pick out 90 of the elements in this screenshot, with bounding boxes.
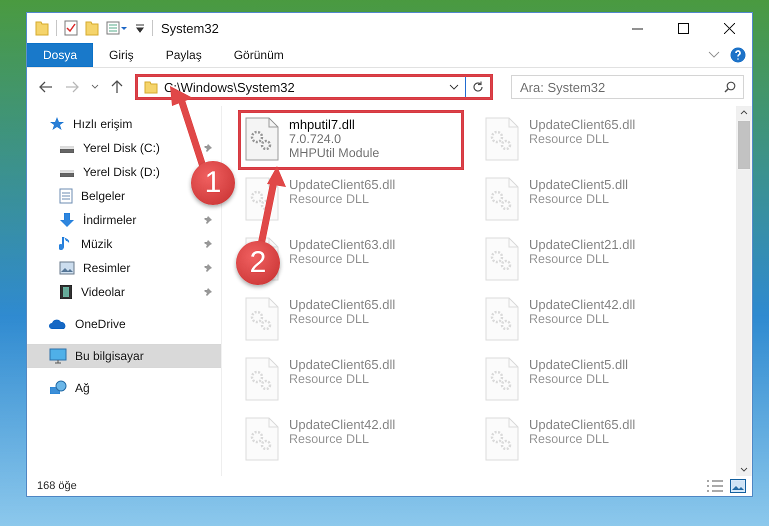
view-list-icon[interactable] — [106, 21, 128, 35]
nav-label: Ağ — [75, 381, 90, 395]
file-detail: Resource DLL — [529, 132, 610, 146]
nav-item[interactable]: Yerel Disk (C:) — [27, 136, 221, 160]
document-icon — [59, 188, 73, 204]
pin-icon[interactable] — [203, 263, 213, 273]
star-icon — [49, 116, 65, 132]
nav-label: Yerel Disk (C:) — [83, 141, 161, 155]
nav-label: Hızlı erişim — [73, 117, 132, 131]
window-title: System32 — [161, 20, 220, 36]
dll-file-icon — [485, 357, 519, 401]
file-detail: MHPUtil Module — [289, 146, 380, 160]
nav-label: Videolar — [81, 285, 126, 299]
monitor-icon — [49, 348, 67, 364]
close-icon[interactable] — [724, 22, 734, 34]
search-field[interactable]: Ara: System32 — [511, 75, 744, 99]
nav-item[interactable]: Bu bilgisayar — [27, 344, 221, 368]
nav-item[interactable]: Belgeler — [27, 184, 134, 208]
dll-file-icon — [245, 417, 279, 461]
file-detail: Resource DLL — [529, 312, 610, 326]
nav-label: Müzik — [81, 237, 114, 251]
down-arrow-icon — [59, 212, 75, 228]
ribbon-tab[interactable]: Paylaş — [150, 43, 218, 67]
file-detail: Resource DLL — [289, 372, 370, 386]
nav-label: Bu bilgisayar — [75, 349, 144, 363]
nav-label: İndirmeler — [83, 213, 138, 227]
nav-item[interactable]: İndirmeler — [27, 208, 221, 232]
picture-icon — [59, 261, 75, 275]
file-detail: Resource DLL — [289, 432, 370, 446]
dll-file-icon — [245, 177, 279, 221]
dll-file-icon — [485, 417, 519, 461]
network-icon — [49, 380, 67, 396]
file-detail: Resource DLL — [289, 252, 370, 266]
ribbon-tab[interactable]: Giriş — [93, 43, 150, 67]
checklist-icon[interactable] — [64, 20, 78, 36]
scrollbar[interactable] — [736, 106, 752, 476]
nav-label: Belgeler — [81, 189, 126, 203]
scroll-down-icon[interactable] — [740, 467, 748, 472]
dll-file-icon — [245, 117, 279, 161]
dropdown-icon[interactable] — [135, 23, 145, 33]
address-bar[interactable]: C:\Windows\System32 — [135, 74, 493, 100]
nav-item[interactable]: Videolar — [27, 280, 221, 304]
chevron-icon[interactable] — [708, 51, 720, 59]
file-detail: Resource DLL — [289, 192, 370, 206]
pin-icon[interactable] — [203, 287, 213, 297]
dll-file-icon — [485, 177, 519, 221]
dll-file-icon — [245, 297, 279, 341]
file-detail: Resource DLL — [529, 432, 610, 446]
nav-label: Resimler — [83, 261, 132, 275]
scroll-thumb[interactable] — [738, 121, 750, 169]
nav-item[interactable]: Hızlı erişim — [27, 112, 221, 136]
ribbon-tab[interactable]: Dosya — [27, 43, 94, 67]
folder-icon — [144, 80, 158, 94]
nav-label: OneDrive — [75, 317, 126, 331]
file-detail: 7.0.724.0 — [289, 132, 342, 146]
large-icons-view-icon[interactable] — [730, 479, 746, 493]
file-detail: Resource DLL — [289, 312, 370, 326]
file-detail: Resource DLL — [529, 372, 610, 386]
file-item[interactable]: mhputil7.dll 7.0.724.0 MHPUtil Module — [238, 110, 464, 170]
nav-item[interactable]: OneDrive — [27, 312, 221, 336]
item-count: 168 öğe — [37, 480, 78, 492]
address-path: C:\Windows\System32 — [164, 80, 296, 94]
pin-icon[interactable] — [203, 239, 213, 249]
pin-icon[interactable] — [203, 143, 213, 153]
file-name: mhputil7.dll — [289, 117, 356, 132]
help-icon[interactable] — [730, 47, 746, 63]
caret-icon[interactable] — [449, 84, 459, 90]
dll-file-icon — [485, 117, 519, 161]
dll-file-icon — [485, 237, 519, 281]
file-detail: Resource DLL — [529, 252, 610, 266]
nav-item[interactable]: Müzik — [27, 232, 221, 256]
file-detail: Resource DLL — [529, 192, 610, 206]
dll-file-icon — [485, 297, 519, 341]
up-arrow-icon[interactable] — [111, 80, 123, 94]
nav-label: Yerel Disk (D:) — [83, 165, 160, 179]
dll-file-icon — [245, 357, 279, 401]
nav-item[interactable]: Yerel Disk (D:) — [27, 160, 168, 184]
ribbon-tab[interactable]: Görünüm — [218, 43, 300, 67]
nav-item[interactable]: Ağ — [27, 376, 221, 400]
pin-icon[interactable] — [203, 215, 213, 225]
nav-item[interactable]: Resimler — [27, 256, 221, 280]
refresh-icon[interactable] — [472, 81, 484, 93]
search-icon — [724, 81, 736, 93]
back-arrow-icon[interactable] — [39, 81, 53, 93]
film-icon — [59, 284, 73, 300]
caret-icon[interactable] — [91, 84, 99, 90]
cloud-icon — [49, 318, 67, 330]
maximize-icon[interactable] — [678, 22, 688, 34]
details-view-icon[interactable] — [706, 479, 724, 493]
scroll-up-icon[interactable] — [740, 110, 748, 115]
